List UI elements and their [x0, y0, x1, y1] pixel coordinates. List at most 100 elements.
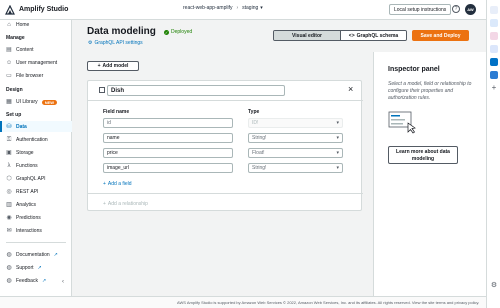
rest-api-icon: ◎ [6, 189, 12, 195]
close-icon[interactable]: × [348, 85, 353, 94]
tab-visual-editor[interactable]: Visual editor [274, 31, 340, 40]
tab-label: GraphQL schema [356, 32, 399, 39]
sidebar-item-label: Feedback [16, 278, 38, 284]
storage-icon: ▣ [6, 150, 12, 156]
dock-app-icon-1[interactable] [490, 6, 498, 14]
add-model-label: Add model [102, 63, 129, 69]
field-type-value: ID! [252, 120, 259, 126]
amplify-logo-icon [5, 4, 15, 15]
amplify-logo[interactable]: Amplify Studio [5, 4, 68, 15]
model-name-input[interactable]: Dish [107, 85, 285, 96]
sidebar-item-functions[interactable]: λ Functions [6, 163, 38, 169]
field-name-input[interactable]: name [103, 133, 233, 143]
inspector-description: Select a model, field or relationship to… [388, 81, 472, 101]
sidebar-item-label: User management [16, 60, 58, 66]
add-field-label: Add a field [107, 181, 132, 187]
dock-app-icon-5[interactable] [490, 58, 498, 66]
chevron-down-icon: ▾ [336, 120, 339, 126]
sidebar: ⌂ Home Manage ▤ Content ☺ User managemen… [0, 20, 72, 296]
save-and-deploy-button[interactable]: Save and Deploy [412, 30, 469, 41]
sidebar-item-home[interactable]: ⌂ Home [6, 22, 29, 28]
field-type-value: String! [252, 135, 267, 141]
sidebar-item-storage[interactable]: ▣ Storage [6, 150, 34, 156]
right-dock: + ⚙ [486, 0, 500, 308]
functions-icon: λ [7, 163, 11, 169]
branch-selector[interactable]: staging ▾ [242, 5, 263, 11]
dock-settings-icon[interactable]: ⚙ [490, 282, 498, 290]
external-link-icon: ↗ [37, 265, 42, 271]
tab-label: Visual editor [292, 32, 322, 39]
sidebar-item-interactions[interactable]: ✉ Interactions [6, 228, 42, 234]
section-manage: Manage [6, 35, 25, 41]
field-name-input[interactable]: image_url [103, 163, 233, 173]
sidebar-item-label: Content [16, 47, 34, 53]
dock-app-icon-6[interactable] [490, 71, 498, 79]
sidebar-item-label: REST API [16, 189, 39, 195]
plus-icon: + [97, 63, 101, 69]
field-type-value: Float! [252, 150, 265, 156]
model-card-header: Dish × [88, 81, 363, 101]
sidebar-item-label: Documentation [16, 252, 50, 258]
sidebar-item-authentication[interactable]: ⚿ Authentication [6, 137, 48, 143]
sidebar-item-label: GraphQL API [16, 176, 46, 182]
sidebar-item-documentation[interactable]: ◍ Documentation ↗ [6, 252, 58, 258]
graphql-api-settings-link[interactable]: ⚙ GraphQL API settings [88, 40, 143, 46]
lock-icon: ⚿ [6, 137, 12, 143]
sidebar-item-data[interactable]: ⛁ Data [6, 124, 26, 130]
branch-name: staging [242, 5, 259, 11]
sidebar-item-support[interactable]: ◍ Support ↗ [6, 265, 42, 271]
breadcrumb-separator-icon: › [236, 5, 239, 11]
sidebar-item-label: Predictions [16, 215, 41, 221]
check-circle-icon: ✓ [164, 29, 169, 35]
code-icon: <> [348, 32, 355, 39]
learn-more-button[interactable]: Learn more about data modeling [388, 146, 458, 164]
add-model-button[interactable]: + Add model [87, 61, 139, 71]
field-type-select[interactable]: Float! ▾ [248, 148, 343, 158]
inspector-illustration-icon [388, 111, 416, 134]
graphql-api-settings-label: GraphQL API settings [94, 40, 143, 46]
page-title: Data modeling [87, 26, 156, 37]
sidebar-divider [6, 242, 66, 243]
interactions-icon: ✉ [6, 228, 12, 234]
sidebar-item-label: Interactions [16, 228, 42, 234]
external-link-icon: ↗ [53, 252, 58, 258]
sidebar-item-analytics[interactable]: ▥ Analytics [6, 202, 36, 208]
dock-app-icon-3[interactable] [490, 32, 498, 40]
sidebar-item-label: Storage [16, 150, 34, 156]
add-relationship-button: + Add a relationship [103, 201, 148, 207]
sidebar-item-graphql-api[interactable]: ⬡ GraphQL API [6, 176, 46, 182]
sidebar-item-predictions[interactable]: ◉ Predictions [6, 215, 41, 221]
card-divider [88, 193, 363, 194]
chevron-down-icon: ▾ [336, 135, 339, 141]
sidebar-item-user-management[interactable]: ☺ User management [6, 60, 57, 66]
predictions-icon: ◉ [6, 215, 12, 221]
dock-app-icon-2[interactable] [490, 19, 498, 27]
dock-app-icon-4[interactable] [490, 45, 498, 53]
sidebar-item-rest-api[interactable]: ◎ REST API [6, 189, 38, 195]
field-type-select: ID! ▾ [248, 118, 343, 128]
collapse-sidebar-icon[interactable]: ‹ [62, 279, 64, 285]
footer: AWS Amplify Studio is supported by Amazo… [0, 296, 486, 308]
field-type-select[interactable]: String! ▾ [248, 163, 343, 173]
sidebar-item-label: Functions [16, 163, 38, 169]
add-field-button[interactable]: + Add a field [103, 181, 132, 187]
model-card: Dish × Field name Type id ID! ▾ name Str… [87, 80, 363, 211]
sidebar-item-ui-library[interactable]: ▦ UI Library NEW [6, 99, 58, 105]
content-icon: ▤ [6, 47, 12, 53]
sidebar-item-content[interactable]: ▤ Content [6, 47, 34, 53]
field-name-header: Field name [103, 109, 130, 115]
sidebar-item-file-browser[interactable]: ▭ File browser [6, 73, 43, 79]
dock-add-icon[interactable]: + [490, 84, 498, 92]
sidebar-item-label: Analytics [16, 202, 37, 208]
local-setup-button[interactable]: Local setup instructions [389, 4, 452, 15]
documentation-icon: ◍ [6, 252, 12, 258]
avatar[interactable]: AW [465, 4, 476, 15]
sidebar-item-feedback[interactable]: ◍ Feedback ↗ [6, 278, 46, 284]
feedback-icon: ◍ [6, 278, 12, 284]
field-name-input[interactable]: price [103, 148, 233, 158]
help-icon[interactable]: ? [452, 5, 460, 13]
app-name[interactable]: react-web-app-amplify [183, 5, 232, 11]
field-type-select[interactable]: String! ▾ [248, 133, 343, 143]
tab-graphql-schema[interactable]: <> GraphQL schema [340, 31, 406, 40]
analytics-icon: ▥ [6, 202, 12, 208]
